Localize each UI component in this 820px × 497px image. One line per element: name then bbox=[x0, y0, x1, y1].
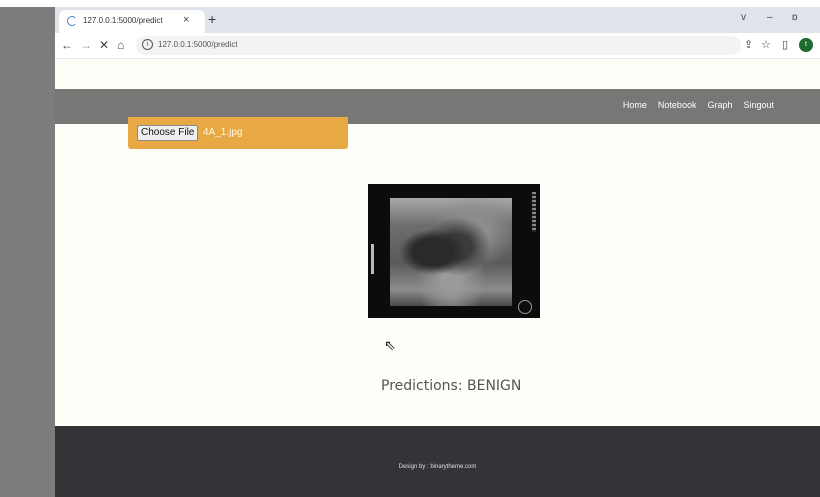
left-gutter bbox=[0, 0, 55, 497]
loading-spinner-icon bbox=[67, 16, 77, 26]
top-strip bbox=[0, 0, 820, 7]
tab-title: 127.0.0.1:5000/predict bbox=[83, 16, 163, 25]
nav-link-graph[interactable]: Graph bbox=[707, 100, 732, 110]
footer-credit: Design by : binarytheme.com bbox=[398, 464, 477, 470]
nav-link-notebook[interactable]: Notebook bbox=[658, 100, 697, 110]
prediction-result: Predictions: BENIGN bbox=[381, 378, 522, 394]
nav-link-signout[interactable]: Singout bbox=[743, 100, 774, 110]
nav-links: Home Notebook Graph Singout bbox=[623, 100, 774, 110]
web-page: Home Notebook Graph Singout Choose File … bbox=[55, 59, 820, 497]
ultrasound-scan-area bbox=[390, 198, 512, 306]
upload-form: Choose File 4A_1.jpg bbox=[128, 117, 348, 149]
tab-bar: 127.0.0.1:5000/predict × + v – ɒ bbox=[55, 7, 820, 33]
home-icon[interactable]: ⌂ bbox=[117, 38, 124, 52]
browser-tab[interactable]: 127.0.0.1:5000/predict × bbox=[59, 10, 205, 33]
stop-loading-icon[interactable]: ✕ bbox=[99, 38, 109, 52]
side-panel-icon[interactable]: ▯ bbox=[782, 39, 788, 51]
bookmark-star-icon[interactable]: ☆ bbox=[761, 39, 771, 51]
gain-indicator bbox=[371, 244, 374, 274]
ultrasound-image bbox=[368, 184, 540, 318]
depth-scale bbox=[532, 192, 536, 232]
address-bar[interactable]: i 127.0.0.1:5000/predict bbox=[136, 36, 741, 55]
back-arrow-icon[interactable]: ← bbox=[61, 38, 73, 52]
browser-toolbar: ← → ✕ ⌂ i 127.0.0.1:5000/predict ⇪ ☆ ▯ t bbox=[55, 33, 820, 59]
nav-link-home[interactable]: Home bbox=[623, 100, 647, 110]
url-text[interactable]: 127.0.0.1:5000/predict bbox=[158, 40, 238, 49]
tab-close-icon[interactable]: × bbox=[183, 14, 189, 26]
share-icon[interactable]: ⇪ bbox=[744, 39, 753, 51]
site-footer: Design by : binarytheme.com bbox=[55, 426, 820, 497]
forward-arrow-icon[interactable]: → bbox=[80, 38, 92, 52]
site-info-icon[interactable]: i bbox=[142, 39, 153, 50]
mouse-cursor-icon: ⇖ bbox=[384, 337, 396, 353]
tab-search-icon[interactable]: v bbox=[741, 12, 746, 23]
probe-logo-icon bbox=[518, 300, 532, 314]
minimize-icon[interactable]: – bbox=[767, 12, 773, 23]
selected-file-name: 4A_1.jpg bbox=[203, 127, 243, 138]
choose-file-button[interactable]: Choose File bbox=[137, 125, 199, 141]
new-tab-icon[interactable]: + bbox=[208, 11, 216, 27]
browser-window: 127.0.0.1:5000/predict × + v – ɒ ← → ✕ ⌂… bbox=[55, 7, 820, 497]
restore-icon[interactable]: ɒ bbox=[792, 12, 798, 23]
profile-avatar[interactable]: t bbox=[799, 38, 813, 52]
